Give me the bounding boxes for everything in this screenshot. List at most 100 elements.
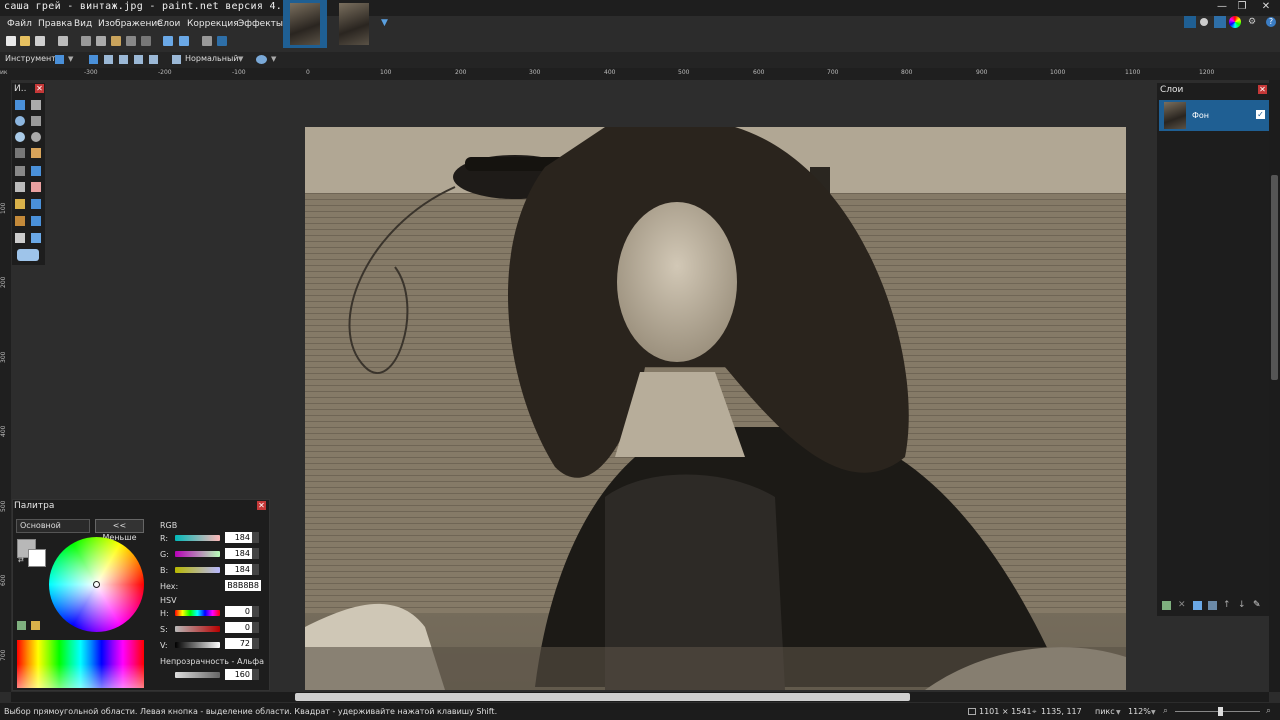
chevron-down-icon[interactable]: ▼ <box>1116 709 1121 716</box>
document-tab-active[interactable] <box>283 0 327 48</box>
alpha-spinner[interactable] <box>252 669 259 680</box>
delete-layer-icon[interactable]: ✕ <box>1178 601 1187 610</box>
r-slider[interactable] <box>175 535 220 541</box>
menu-file[interactable]: Файл <box>7 16 32 32</box>
h-spinner[interactable] <box>252 606 259 617</box>
print-icon[interactable] <box>58 36 68 46</box>
menu-adjustments[interactable]: Коррекция <box>187 16 239 32</box>
deselect-icon[interactable] <box>141 36 151 46</box>
chevron-down-icon[interactable]: ▼ <box>1151 709 1156 716</box>
ruler-icon[interactable] <box>217 36 227 46</box>
ellipse-select-icon[interactable] <box>15 132 25 142</box>
s-slider[interactable] <box>175 626 220 632</box>
layer-visibility-checkbox[interactable]: ✓ <box>1256 110 1265 119</box>
layer-properties-icon[interactable]: ✎ <box>1253 600 1261 610</box>
zoom-in-icon[interactable]: ⌕ <box>1266 706 1271 716</box>
b-slider[interactable] <box>175 567 220 573</box>
tools-toggle-icon[interactable] <box>1184 16 1196 28</box>
chevron-down-icon[interactable]: ▼ <box>238 55 243 63</box>
move-layer-up-icon[interactable]: ↑ <box>1223 600 1231 610</box>
new-icon[interactable] <box>6 36 16 46</box>
move-layer-down-icon[interactable]: ↓ <box>1238 600 1246 610</box>
color-picker-icon[interactable] <box>31 199 41 209</box>
rectangle-select-icon[interactable] <box>15 100 25 110</box>
blend-mode-select[interactable]: Нормальный <box>185 54 239 63</box>
secondary-color-swatch[interactable] <box>28 549 46 567</box>
menu-edit[interactable]: Правка <box>38 16 72 32</box>
swap-colors-icon[interactable]: ⇄ <box>18 556 24 564</box>
lasso-icon[interactable] <box>15 116 25 126</box>
unit-select[interactable]: пикс <box>1095 707 1115 716</box>
paste-icon[interactable] <box>111 36 121 46</box>
tabs-dropdown-icon[interactable]: ▼ <box>381 18 388 28</box>
tools-close-button[interactable]: ✕ <box>35 84 44 93</box>
paint-bucket-icon[interactable] <box>15 166 25 176</box>
zoom-level[interactable]: 112% <box>1128 707 1151 716</box>
chevron-down-icon[interactable]: ▼ <box>68 55 73 63</box>
r-spinner[interactable] <box>252 532 259 543</box>
v-slider[interactable] <box>175 642 220 648</box>
chevron-down-icon[interactable]: ▼ <box>271 55 276 63</box>
minimize-button[interactable]: — <box>1212 1 1232 13</box>
copy-icon[interactable] <box>96 36 106 46</box>
save-icon[interactable] <box>35 36 45 46</box>
pan-icon[interactable] <box>31 148 41 158</box>
paintbrush-icon[interactable] <box>15 182 25 192</box>
zoom-icon[interactable] <box>31 132 41 142</box>
selection-union-icon[interactable] <box>104 55 113 64</box>
cut-icon[interactable] <box>81 36 91 46</box>
restore-button[interactable]: ❐ <box>1232 1 1252 13</box>
zoom-out-icon[interactable]: ⌕ <box>1163 706 1168 716</box>
tool-select-icon[interactable] <box>55 55 64 64</box>
alpha-slider[interactable] <box>175 672 220 678</box>
open-icon[interactable] <box>20 36 30 46</box>
h-field[interactable]: 0 <box>225 606 252 617</box>
crop-icon[interactable] <box>126 36 136 46</box>
alpha-field[interactable]: 160 <box>225 669 252 680</box>
horizontal-scroll-thumb[interactable] <box>295 693 910 701</box>
g-slider[interactable] <box>175 551 220 557</box>
zoom-slider-thumb[interactable] <box>1218 707 1223 716</box>
antialias-icon[interactable] <box>256 55 267 64</box>
magic-wand-icon[interactable] <box>15 148 25 158</box>
grid-icon[interactable] <box>202 36 212 46</box>
move-selection-icon[interactable] <box>31 100 41 110</box>
g-spinner[interactable] <box>252 548 259 559</box>
palette-menu-icon[interactable] <box>31 621 40 630</box>
pencil-icon[interactable] <box>15 199 25 209</box>
menu-image[interactable]: Изображение <box>98 16 163 32</box>
hex-field[interactable]: B8B8B8 <box>225 580 261 591</box>
add-layer-icon[interactable] <box>1162 601 1171 610</box>
move-selected-icon[interactable] <box>31 116 41 126</box>
palette-close-button[interactable]: ✕ <box>257 501 266 510</box>
text-icon[interactable] <box>15 233 25 243</box>
history-icon[interactable] <box>1200 18 1208 26</box>
less-button[interactable]: << Меньше <box>95 519 144 542</box>
color-mode-select[interactable]: Основной <box>16 519 90 533</box>
selection-intersect-icon[interactable] <box>134 55 143 64</box>
r-field[interactable]: 184 <box>225 532 252 543</box>
shapes-icon[interactable] <box>17 249 39 261</box>
settings-icon[interactable]: ⚙ <box>1248 17 1256 27</box>
close-button[interactable]: ✕ <box>1256 1 1276 13</box>
help-icon[interactable]: ? <box>1266 17 1276 27</box>
b-field[interactable]: 184 <box>225 564 252 575</box>
g-field[interactable]: 184 <box>225 548 252 559</box>
duplicate-layer-icon[interactable] <box>1193 601 1202 610</box>
line-curve-icon[interactable] <box>31 233 41 243</box>
b-spinner[interactable] <box>252 564 259 575</box>
recolor-icon[interactable] <box>31 216 41 226</box>
v-spinner[interactable] <box>252 638 259 649</box>
colors-toggle-icon[interactable] <box>1229 16 1241 28</box>
vertical-scrollbar[interactable] <box>1269 80 1280 692</box>
add-to-palette-icon[interactable] <box>17 621 26 630</box>
color-wheel-cursor[interactable] <box>93 581 100 588</box>
redo-icon[interactable] <box>179 36 189 46</box>
gradient-icon[interactable] <box>31 166 41 176</box>
s-field[interactable]: 0 <box>225 622 252 633</box>
selection-invert-icon[interactable] <box>149 55 158 64</box>
vertical-scroll-thumb[interactable] <box>1271 175 1278 380</box>
layers-toggle-icon[interactable] <box>1214 16 1226 28</box>
v-field[interactable]: 72 <box>225 638 252 649</box>
selection-replace-icon[interactable] <box>89 55 98 64</box>
